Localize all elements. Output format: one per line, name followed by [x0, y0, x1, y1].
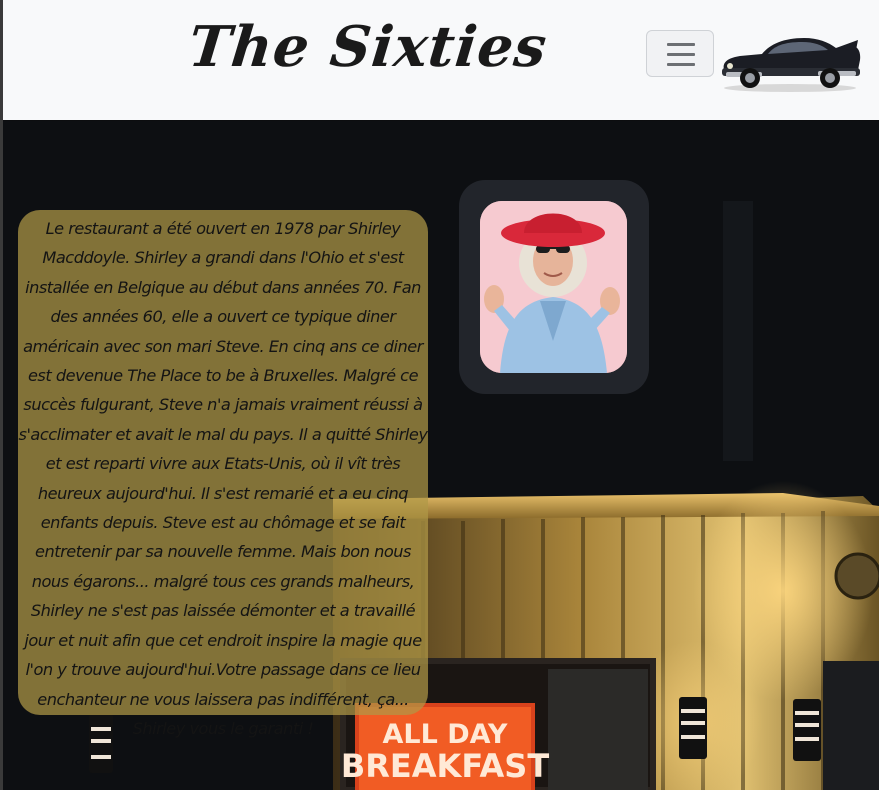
hamburger-icon-bar — [667, 53, 695, 56]
about-text: Le restaurant a été ouvert en 1978 par S… — [18, 219, 428, 738]
brand-title[interactable]: The Sixties — [186, 14, 551, 80]
about-card: Le restaurant a été ouvert en 1978 par S… — [18, 210, 428, 738]
vintage-car-icon — [722, 38, 861, 92]
navbar-toggler-button[interactable] — [646, 30, 714, 77]
hamburger-icon-bar — [667, 63, 695, 66]
portrait-frame — [459, 180, 649, 394]
owner-portrait-image — [480, 201, 627, 373]
window-edge — [0, 0, 3, 790]
navbar: The Sixties — [3, 0, 879, 120]
hamburger-icon — [667, 43, 695, 46]
neon-sign-line2: BREAKFAST — [341, 747, 549, 785]
